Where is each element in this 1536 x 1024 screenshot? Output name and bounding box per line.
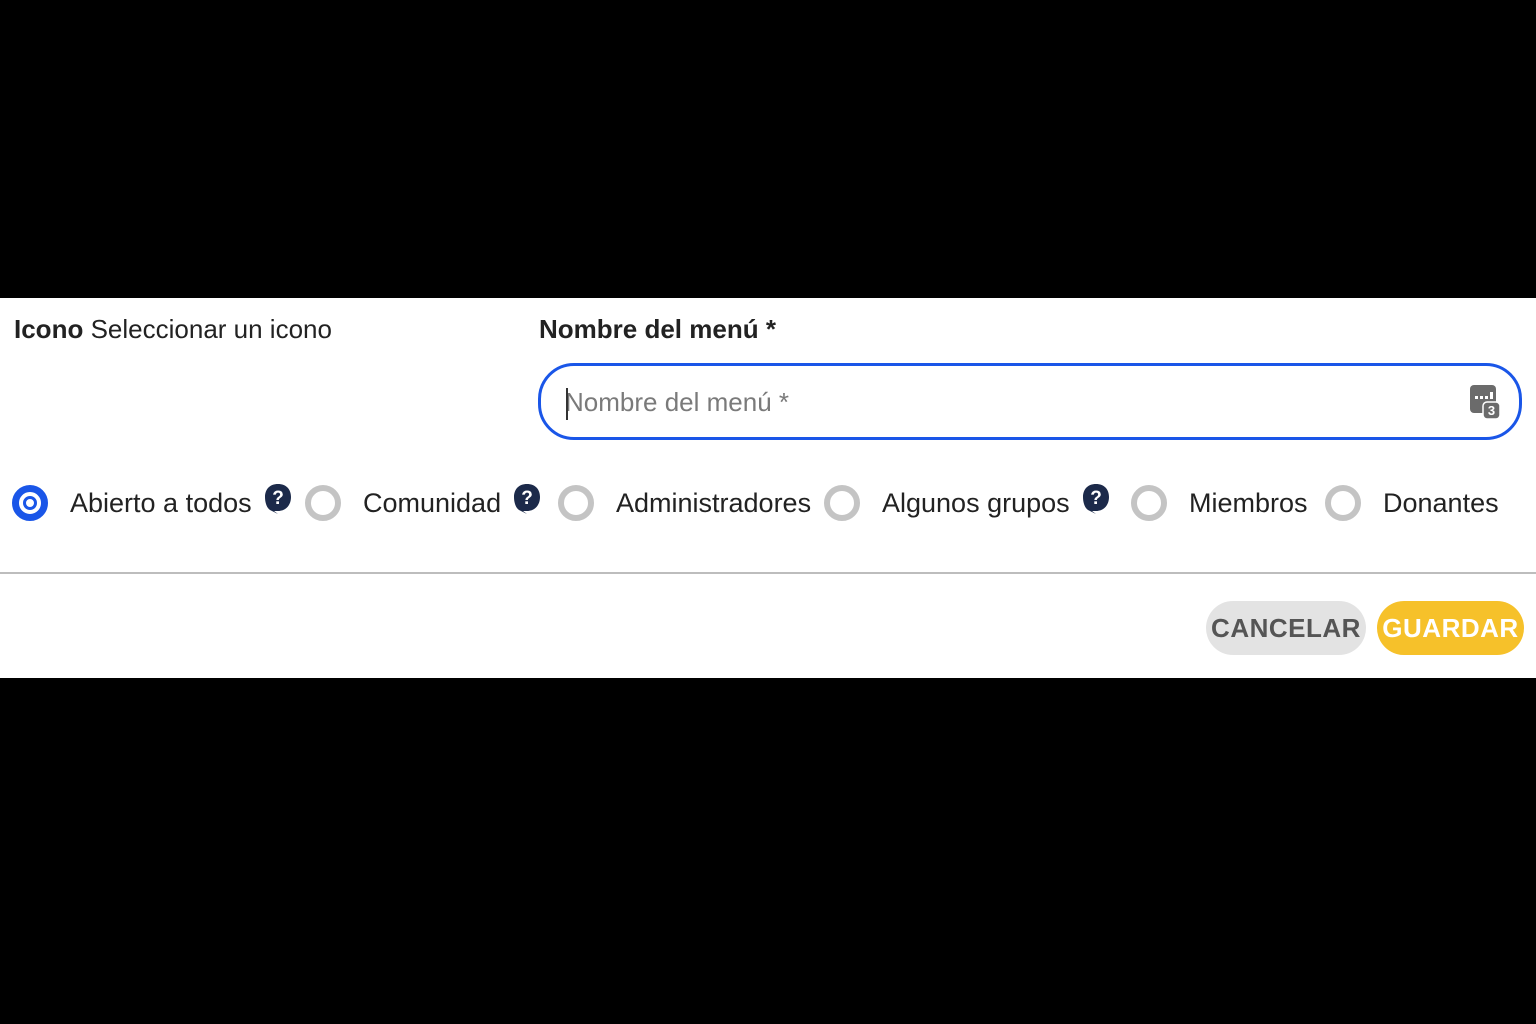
letterbox-bottom: [0, 678, 1536, 1024]
radio-label: Miembros: [1189, 487, 1308, 518]
radio-label: Donantes: [1383, 487, 1499, 518]
radio-comunidad[interactable]: Comunidad ?: [305, 478, 541, 528]
radio-button[interactable]: [1325, 485, 1361, 521]
icon-label: Icono: [14, 314, 84, 344]
help-icon[interactable]: ?: [1082, 483, 1110, 515]
letterbox-top: [0, 0, 1536, 298]
radio-donantes[interactable]: Donantes: [1325, 478, 1499, 528]
radio-button[interactable]: [305, 485, 341, 521]
radio-button[interactable]: [1131, 485, 1167, 521]
text-caret: [566, 388, 568, 420]
menu-name-input[interactable]: [565, 374, 1445, 430]
help-icon[interactable]: ?: [513, 483, 541, 515]
radio-algunos-grupos[interactable]: Algunos grupos ?: [824, 478, 1110, 528]
radio-label: Algunos grupos: [882, 487, 1070, 518]
help-icon[interactable]: ?: [264, 483, 292, 515]
radio-button-checked[interactable]: [12, 485, 48, 521]
radio-label: Comunidad: [363, 487, 502, 518]
divider: [0, 572, 1536, 574]
svg-text:?: ?: [521, 488, 533, 509]
cancel-button[interactable]: CANCELAR: [1206, 601, 1366, 655]
menu-name-field[interactable]: 3: [538, 363, 1522, 440]
svg-text:?: ?: [272, 488, 284, 509]
menu-name-label: Nombre del menú *: [539, 314, 776, 344]
radio-abierto-a-todos[interactable]: Abierto a todos ?: [12, 478, 292, 528]
keyboard-badge: 3: [1488, 403, 1495, 418]
keyboard-icon[interactable]: 3: [1469, 384, 1501, 420]
radio-button[interactable]: [824, 485, 860, 521]
visibility-radio-group: Abierto a todos ? Comunidad ? Administra…: [0, 478, 1536, 528]
select-icon-link[interactable]: Seleccionar un icono: [91, 314, 332, 344]
icon-field: Icono Seleccionar un icono: [14, 314, 332, 345]
radio-button[interactable]: [558, 485, 594, 521]
save-button[interactable]: GUARDAR: [1377, 601, 1524, 655]
menu-edit-dialog: Icono Seleccionar un icono Nombre del me…: [0, 298, 1536, 678]
radio-label: Administradores: [616, 487, 812, 518]
svg-text:?: ?: [1090, 488, 1102, 509]
radio-label: Abierto a todos: [70, 487, 252, 518]
radio-administradores[interactable]: Administradores: [558, 478, 811, 528]
radio-miembros[interactable]: Miembros: [1131, 478, 1308, 528]
